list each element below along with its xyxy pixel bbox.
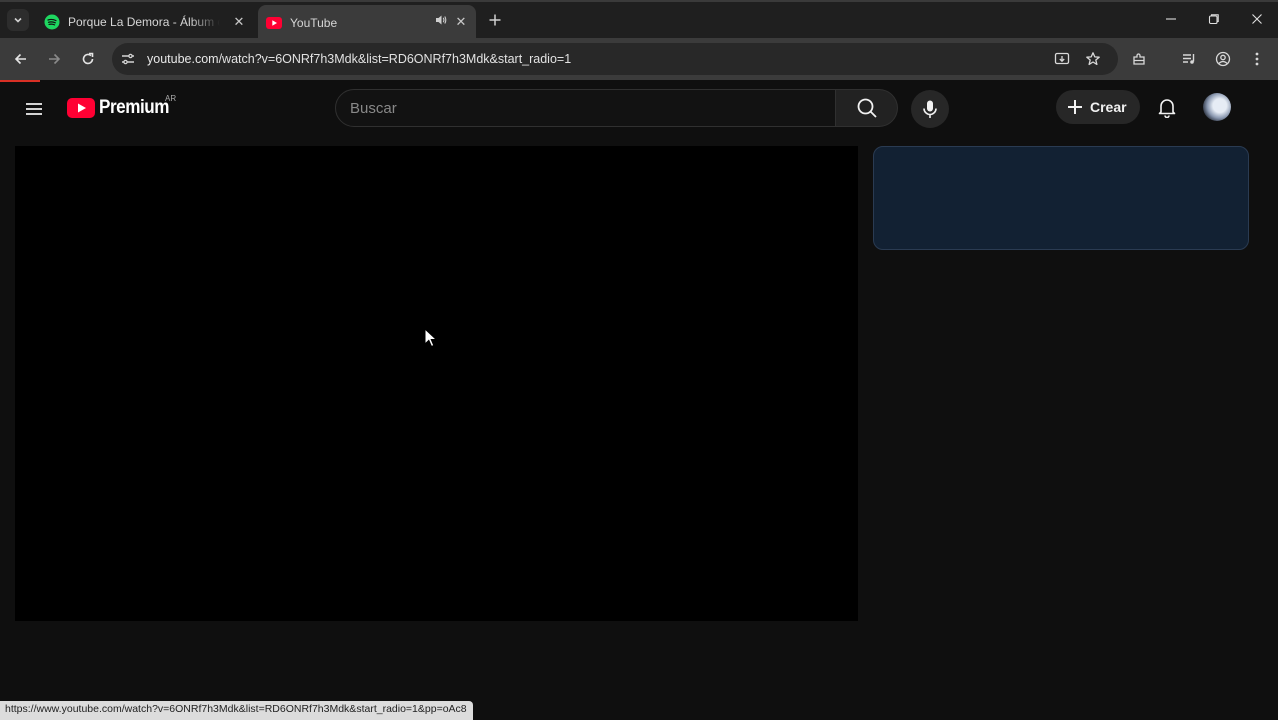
spotify-icon	[44, 14, 60, 30]
close-tab-icon[interactable]: ✕	[230, 13, 248, 31]
bookmark-button[interactable]	[1082, 48, 1104, 70]
create-button[interactable]: Crear	[1056, 90, 1140, 124]
more-vert-icon	[1255, 52, 1259, 66]
account-circle-icon	[1215, 51, 1231, 67]
minimize-icon	[1166, 18, 1176, 20]
country-code: AR	[165, 94, 177, 103]
chevron-down-icon	[14, 17, 22, 23]
tab-spotify[interactable]: Porque La Demora - Álbum de ✕	[36, 6, 258, 38]
install-app-button[interactable]	[1051, 48, 1073, 70]
speaker-icon[interactable]	[434, 13, 448, 27]
address-bar[interactable]: youtube.com/watch?v=6ONRf7h3Mdk&list=RD6…	[112, 43, 1118, 75]
restore-button[interactable]	[1205, 10, 1223, 28]
notifications-button[interactable]	[1154, 94, 1180, 120]
close-window-button[interactable]	[1248, 10, 1266, 28]
site-settings-icon[interactable]	[120, 51, 136, 67]
restore-icon	[1208, 14, 1219, 25]
tab-strip: Porque La Demora - Álbum de ✕ YouTube ✕	[0, 0, 1278, 40]
close-icon	[1252, 14, 1262, 24]
video-player[interactable]	[15, 146, 858, 621]
url-text: youtube.com/watch?v=6ONRf7h3Mdk&list=RD6…	[147, 52, 571, 66]
star-icon	[1086, 52, 1100, 66]
secondary-panel-card	[873, 146, 1249, 250]
new-tab-button[interactable]	[486, 11, 504, 29]
youtube-logo-icon	[67, 98, 95, 118]
search-icon	[857, 98, 877, 118]
voice-search-button[interactable]	[911, 90, 949, 128]
search-input[interactable]	[350, 90, 820, 126]
profile-button[interactable]	[1212, 48, 1234, 70]
mouse-cursor-icon	[424, 328, 438, 348]
youtube-premium-logo[interactable]: Premium AR	[67, 94, 177, 120]
link-status-bubble: https://www.youtube.com/watch?v=6ONRf7h3…	[0, 701, 473, 720]
bell-icon	[1158, 99, 1176, 118]
forward-button[interactable]	[43, 48, 65, 70]
tab-title: YouTube	[290, 15, 338, 30]
reload-icon	[82, 52, 94, 65]
tab-youtube[interactable]: YouTube ✕	[258, 5, 476, 40]
arrow-right-icon	[49, 53, 61, 65]
minimize-button[interactable]	[1162, 10, 1180, 28]
avatar[interactable]	[1203, 93, 1231, 121]
tab-title: Porque La Demora - Álbum de	[68, 15, 220, 29]
logo-text: Premium	[99, 97, 170, 118]
youtube-page: Premium AR Crear	[0, 82, 1278, 720]
url-path: /watch?v=6ONRf7h3Mdk&list=RD6ONRf7h3Mdk&…	[218, 52, 572, 66]
microphone-icon	[923, 100, 937, 118]
tab-search-button[interactable]	[7, 9, 29, 31]
back-button[interactable]	[10, 48, 32, 70]
close-tab-icon[interactable]: ✕	[452, 13, 470, 31]
extension-button[interactable]	[1128, 48, 1150, 70]
plus-icon	[1068, 100, 1082, 114]
extension-icon	[1133, 53, 1145, 65]
plus-icon	[489, 14, 501, 26]
media-queue-icon	[1183, 54, 1195, 64]
create-label: Crear	[1090, 99, 1127, 115]
youtube-icon	[266, 15, 282, 31]
url-host: youtube.com	[147, 52, 219, 66]
hamburger-icon	[26, 103, 42, 115]
guide-menu-button[interactable]	[22, 97, 46, 121]
reload-button[interactable]	[77, 48, 99, 70]
media-controls-button[interactable]	[1178, 48, 1200, 70]
search-box	[335, 89, 836, 127]
install-icon	[1054, 52, 1070, 65]
arrow-left-icon	[14, 53, 26, 65]
browser-toolbar: youtube.com/watch?v=6ONRf7h3Mdk&list=RD6…	[0, 38, 1278, 80]
browser-menu-button[interactable]	[1246, 48, 1268, 70]
search-button[interactable]	[836, 89, 898, 127]
